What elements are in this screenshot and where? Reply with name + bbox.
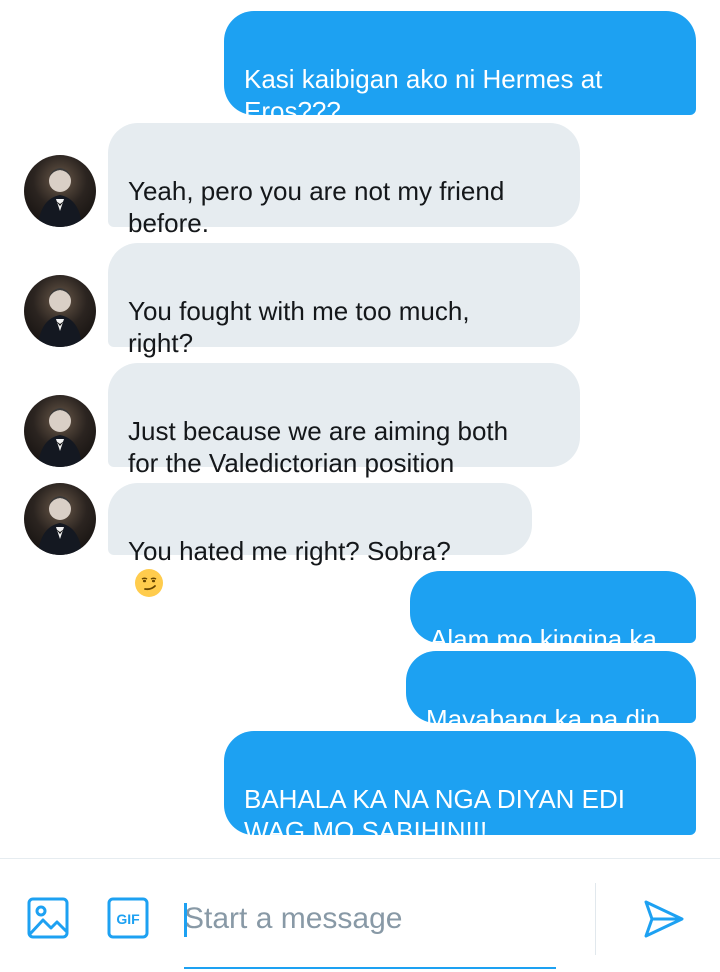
avatar-photo (38, 496, 82, 555)
gif-label: GIF (116, 911, 140, 927)
message-bubble-received[interactable]: You hated me right? Sobra? (108, 483, 532, 597)
message-text: Kasi kaibigan ako ni Hermes at Eros??? (244, 64, 603, 126)
conversation-thread: Kasi kaibigan ako ni Hermes at Eros??? Y… (0, 0, 720, 858)
avatar[interactable] (24, 155, 96, 227)
divider (595, 883, 596, 955)
avatar-photo (38, 408, 82, 467)
message-composer: GIF (0, 858, 720, 972)
image-icon (27, 897, 69, 939)
message-bubble-received[interactable]: Just because we are aiming both for the … (108, 363, 580, 478)
smirking-face-icon (135, 569, 163, 597)
message-text: Alam mo kingina ka (430, 624, 657, 654)
send-icon (644, 900, 684, 938)
gif-icon: GIF (107, 897, 149, 939)
avatar-photo (38, 168, 82, 227)
message-input-wrapper[interactable] (184, 889, 556, 969)
message-bubble-sent[interactable]: Alam mo kingina ka (410, 571, 696, 654)
add-gif-button[interactable]: GIF (106, 896, 150, 940)
add-photo-button[interactable] (26, 896, 70, 940)
avatar[interactable] (24, 395, 96, 467)
message-text: BAHALA KA NA NGA DIYAN EDI WAG MO SABIHI… (244, 784, 625, 846)
message-text: Just because we are aiming both for the … (128, 416, 509, 478)
avatar[interactable] (24, 275, 96, 347)
text-cursor (184, 903, 187, 937)
message-text: Yeah, pero you are not my friend before. (128, 176, 505, 238)
avatar[interactable] (24, 483, 96, 555)
message-bubble-received[interactable]: You fought with me too much, right? (108, 243, 580, 358)
message-bubble-sent[interactable]: BAHALA KA NA NGA DIYAN EDI WAG MO SABIHI… (224, 731, 696, 846)
send-button[interactable] (642, 897, 686, 941)
avatar-photo (38, 288, 82, 347)
message-text: You fought with me too much, right? (128, 296, 470, 358)
message-input[interactable] (184, 899, 556, 939)
message-bubble-sent[interactable]: Kasi kaibigan ako ni Hermes at Eros??? (224, 11, 696, 126)
message-bubble-sent[interactable]: Mayabang ka pa din (406, 651, 696, 734)
message-bubble-received[interactable]: Yeah, pero you are not my friend before. (108, 123, 580, 238)
message-text: Mayabang ka pa din (426, 704, 661, 734)
message-text: You hated me right? Sobra? (128, 536, 451, 566)
